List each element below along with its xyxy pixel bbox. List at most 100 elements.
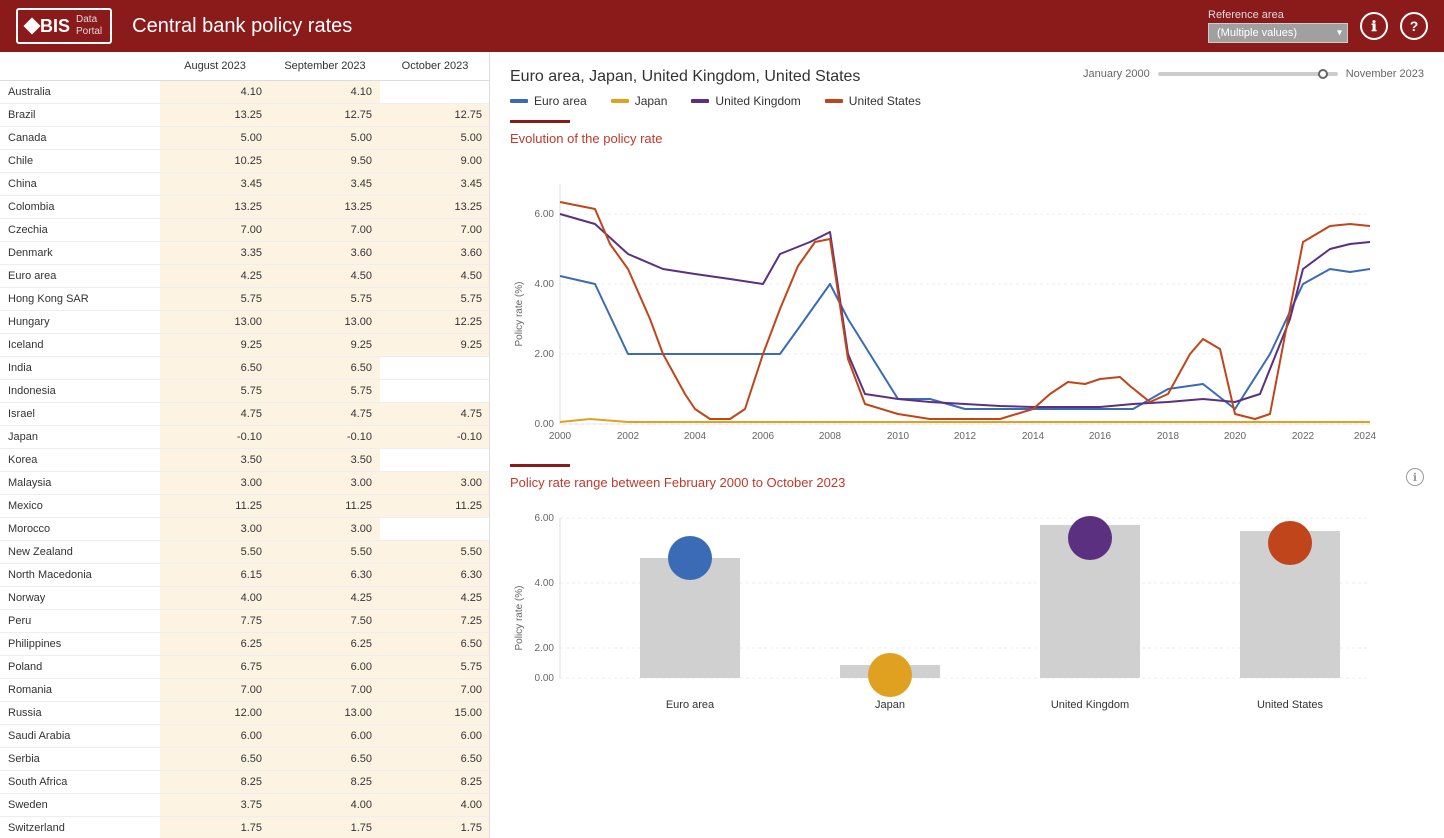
- oct-cell: 4.00: [380, 794, 490, 816]
- aug-cell: 5.75: [160, 288, 270, 310]
- svg-text:6.00: 6.00: [535, 513, 555, 524]
- table-row: Hungary13.0013.0012.25: [0, 311, 489, 334]
- sep-cell: 6.50: [270, 748, 380, 770]
- info-button[interactable]: ℹ: [1360, 12, 1388, 40]
- section-divider-1: [510, 120, 570, 123]
- sep-cell: 9.25: [270, 334, 380, 356]
- country-cell: Russia: [0, 702, 160, 724]
- aug-cell: 3.00: [160, 518, 270, 540]
- svg-text:2010: 2010: [887, 431, 910, 442]
- aug-cell: 8.25: [160, 771, 270, 793]
- oct-cell: [380, 357, 490, 379]
- oct-cell: 5.50: [380, 541, 490, 563]
- reference-area-select[interactable]: (Multiple values): [1208, 23, 1348, 43]
- line-chart-title: Evolution of the policy rate: [510, 131, 1424, 146]
- euro-area-dot: [668, 536, 712, 580]
- chart-panel: Euro area, Japan, United Kingdom, United…: [490, 52, 1444, 838]
- help-button[interactable]: ?: [1400, 12, 1428, 40]
- legend-item: Japan: [611, 94, 668, 108]
- oct-cell: 4.50: [380, 265, 490, 287]
- sep-cell: 3.00: [270, 518, 380, 540]
- sep-cell: 7.00: [270, 679, 380, 701]
- section-divider-2: [510, 464, 570, 467]
- logo-area: BIS Data Portal: [16, 8, 112, 44]
- svg-text:2002: 2002: [617, 431, 640, 442]
- app-header: BIS Data Portal Central bank policy rate…: [0, 0, 1444, 52]
- country-cell: China: [0, 173, 160, 195]
- svg-text:2024: 2024: [1354, 431, 1377, 442]
- sep-cell: 11.25: [270, 495, 380, 517]
- sep-cell: 13.00: [270, 702, 380, 724]
- col-header-aug: August 2023: [160, 52, 270, 80]
- us-label: United States: [1257, 699, 1324, 711]
- sep-cell: 5.00: [270, 127, 380, 149]
- legend-item: United States: [825, 94, 921, 108]
- slider-track[interactable]: [1158, 72, 1338, 76]
- sep-cell: 6.50: [270, 357, 380, 379]
- table-row: Brazil13.2512.7512.75: [0, 104, 489, 127]
- slider-thumb[interactable]: [1318, 69, 1328, 79]
- oct-cell: 12.25: [380, 311, 490, 333]
- table-row: Poland6.756.005.75: [0, 656, 489, 679]
- country-cell: India: [0, 357, 160, 379]
- country-cell: Philippines: [0, 633, 160, 655]
- table-row: Denmark3.353.603.60: [0, 242, 489, 265]
- bar-chart-header: Policy rate range between February 2000 …: [510, 464, 1424, 490]
- table-row: New Zealand5.505.505.50: [0, 541, 489, 564]
- country-cell: Czechia: [0, 219, 160, 241]
- country-cell: Romania: [0, 679, 160, 701]
- svg-text:4.00: 4.00: [535, 279, 555, 290]
- sep-cell: 5.75: [270, 288, 380, 310]
- page-title: Central bank policy rates: [132, 15, 1208, 38]
- sep-cell: 1.75: [270, 817, 380, 838]
- table-row: Iceland9.259.259.25: [0, 334, 489, 357]
- aug-cell: 13.25: [160, 104, 270, 126]
- legend-color-swatch: [825, 94, 843, 108]
- legend-color-swatch: [510, 94, 528, 108]
- oct-cell: 7.00: [380, 219, 490, 241]
- svg-text:4.00: 4.00: [535, 578, 555, 589]
- oct-cell: 4.25: [380, 587, 490, 609]
- country-cell: Sweden: [0, 794, 160, 816]
- oct-cell: 15.00: [380, 702, 490, 724]
- svg-text:2000: 2000: [549, 431, 572, 442]
- svg-text:2022: 2022: [1292, 431, 1315, 442]
- table-row: North Macedonia6.156.306.30: [0, 564, 489, 587]
- sep-cell: 5.50: [270, 541, 380, 563]
- oct-cell: 7.25: [380, 610, 490, 632]
- sep-cell: 5.75: [270, 380, 380, 402]
- table-row: Japan-0.10-0.10-0.10: [0, 426, 489, 449]
- country-cell: North Macedonia: [0, 564, 160, 586]
- svg-text:2018: 2018: [1157, 431, 1180, 442]
- bis-text: BIS: [40, 16, 70, 37]
- sep-cell: -0.10: [270, 426, 380, 448]
- svg-text:0.00: 0.00: [535, 419, 555, 430]
- date-range-slider[interactable]: January 2000 November 2023: [1083, 68, 1424, 80]
- country-cell: Norway: [0, 587, 160, 609]
- country-cell: Indonesia: [0, 380, 160, 402]
- svg-text:2014: 2014: [1022, 431, 1045, 442]
- aug-cell: 3.75: [160, 794, 270, 816]
- bar-chart-info-icon[interactable]: ℹ: [1406, 468, 1424, 486]
- data-portal-label: Data Portal: [76, 14, 102, 38]
- sep-cell: 3.45: [270, 173, 380, 195]
- aug-cell: 7.00: [160, 219, 270, 241]
- sep-cell: 6.25: [270, 633, 380, 655]
- aug-cell: 10.25: [160, 150, 270, 172]
- date-start-label: January 2000: [1083, 68, 1150, 80]
- uk-dot: [1068, 516, 1112, 560]
- col-header-oct: October 2023: [380, 52, 490, 80]
- sep-cell: 7.50: [270, 610, 380, 632]
- svg-text:2006: 2006: [752, 431, 775, 442]
- table-row: China3.453.453.45: [0, 173, 489, 196]
- country-cell: Australia: [0, 81, 160, 103]
- sep-cell: 13.00: [270, 311, 380, 333]
- legend-label: United States: [849, 94, 921, 108]
- svg-text:2008: 2008: [819, 431, 842, 442]
- country-cell: Saudi Arabia: [0, 725, 160, 747]
- oct-cell: 5.00: [380, 127, 490, 149]
- country-cell: Serbia: [0, 748, 160, 770]
- chart-title-area: Euro area, Japan, United Kingdom, United…: [510, 68, 1424, 86]
- oct-cell: 5.75: [380, 656, 490, 678]
- oct-cell: [380, 518, 490, 540]
